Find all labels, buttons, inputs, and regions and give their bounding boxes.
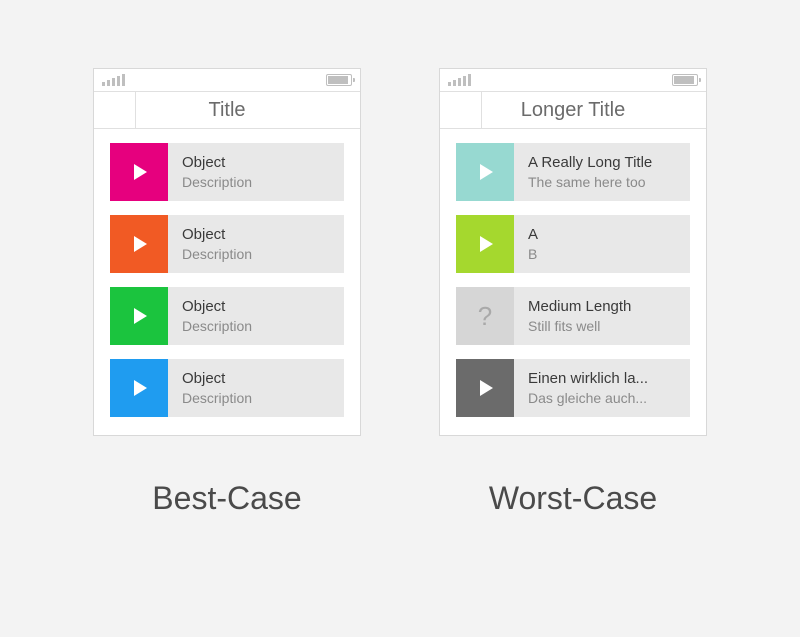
play-icon (110, 215, 168, 273)
play-icon (110, 143, 168, 201)
item-title: Object (182, 369, 330, 389)
list-item[interactable]: ? Medium Length Still fits well (456, 287, 690, 345)
list-item-text: Medium Length Still fits well (514, 287, 690, 345)
status-bar (440, 69, 706, 91)
status-bar (94, 69, 360, 91)
item-title: Einen wirklich la... (528, 369, 676, 389)
list-item-text: Object Description (168, 215, 344, 273)
item-description: Still fits well (528, 317, 676, 335)
item-title: Medium Length (528, 297, 676, 317)
list-item[interactable]: Object Description (110, 143, 344, 201)
signal-icon (102, 74, 125, 86)
list-item[interactable]: Object Description (110, 215, 344, 273)
list-item-text: Object Description (168, 287, 344, 345)
question-icon: ? (456, 287, 514, 345)
item-description: Description (182, 245, 330, 263)
item-description: Description (182, 389, 330, 407)
item-description: The same here too (528, 173, 676, 191)
play-icon (456, 215, 514, 273)
nav-bar: Title (94, 91, 360, 129)
list-item[interactable]: A Really Long Title The same here too (456, 143, 690, 201)
play-icon (456, 359, 514, 417)
play-icon (110, 287, 168, 345)
list-item-text: Einen wirklich la... Das gleiche auch... (514, 359, 690, 417)
play-icon (456, 143, 514, 201)
list: Object Description Object Description Ob… (94, 129, 360, 435)
list-item[interactable]: Object Description (110, 359, 344, 417)
back-button[interactable] (94, 92, 136, 128)
play-icon (110, 359, 168, 417)
item-title: A (528, 225, 676, 245)
item-title: A Really Long Title (528, 153, 676, 173)
item-title: Object (182, 297, 330, 317)
item-description: Description (182, 317, 330, 335)
list-item-text: A B (514, 215, 690, 273)
page-title: Title (136, 92, 360, 128)
page-title: Longer Title (482, 92, 706, 128)
list-item[interactable]: A B (456, 215, 690, 273)
list-item-text: A Really Long Title The same here too (514, 143, 690, 201)
nav-bar: Longer Title (440, 91, 706, 129)
list-item-text: Object Description (168, 359, 344, 417)
item-title: Object (182, 153, 330, 173)
phone-mockup-best: Title Object Description Object Descript… (93, 68, 361, 436)
list: A Really Long Title The same here too A … (440, 129, 706, 435)
list-item[interactable]: Einen wirklich la... Das gleiche auch... (456, 359, 690, 417)
phone-mockup-worst: Longer Title A Really Long Title The sam… (439, 68, 707, 436)
list-item-text: Object Description (168, 143, 344, 201)
caption-best: Best-Case (93, 480, 361, 517)
item-title: Object (182, 225, 330, 245)
list-item[interactable]: Object Description (110, 287, 344, 345)
battery-icon (326, 74, 352, 86)
back-button[interactable] (440, 92, 482, 128)
caption-worst: Worst-Case (439, 480, 707, 517)
item-description: B (528, 245, 676, 263)
battery-icon (672, 74, 698, 86)
item-description: Description (182, 173, 330, 191)
item-description: Das gleiche auch... (528, 389, 676, 407)
signal-icon (448, 74, 471, 86)
